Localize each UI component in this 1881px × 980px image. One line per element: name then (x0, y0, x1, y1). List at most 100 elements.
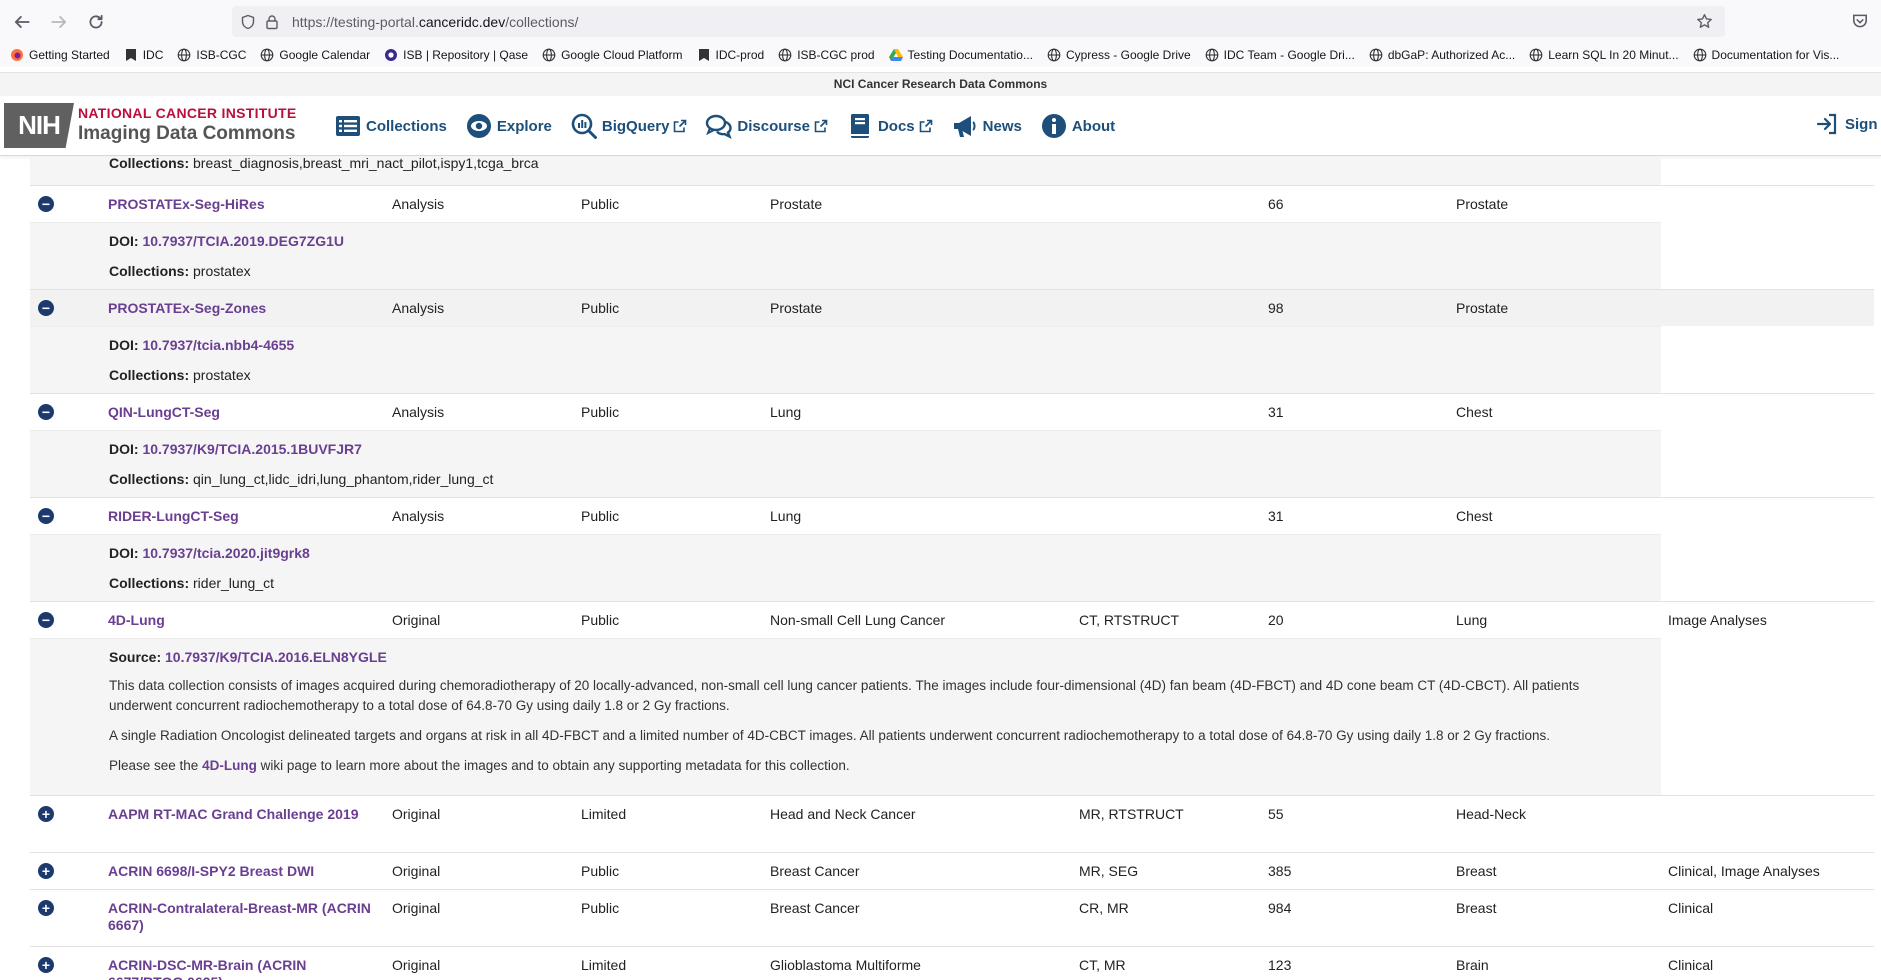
cell-access: Public (581, 900, 620, 916)
table-row[interactable]: − PROSTATEx-Seg-HiRes Analysis Public Prosta… (30, 185, 1874, 222)
collection-name-link[interactable]: ACRIN-Contralateral-Breast-MR (ACRIN 666… (108, 900, 378, 934)
collapse-icon[interactable]: − (38, 196, 54, 212)
cell-type: Original (392, 957, 441, 973)
back-button[interactable] (7, 7, 37, 37)
cell-access: Public (581, 404, 620, 420)
bookmark-item[interactable]: Getting Started (10, 48, 110, 62)
logo-idc-title[interactable]: Imaging Data Commons (78, 123, 295, 145)
collapse-icon[interactable]: − (38, 508, 54, 524)
doi-link[interactable]: 10.7937/tcia.nbb4-4655 (142, 337, 294, 353)
nav-bigquery[interactable]: BigQuery (570, 112, 688, 140)
bookmark-item[interactable]: IDC Team - Google Dri... (1205, 48, 1355, 62)
collection-name-link[interactable]: PROSTATEx-Seg-Zones (108, 300, 378, 317)
bookmark-icon (542, 48, 556, 62)
collection-name-link[interactable]: 4D-Lung (108, 612, 378, 629)
nav-collections[interactable]: Collections (334, 112, 447, 140)
cell-location: Chest (1456, 508, 1493, 524)
bookmark-icon (124, 48, 138, 62)
nav-explore-label: Explore (496, 117, 552, 135)
bookmark-star-icon[interactable] (1696, 13, 1713, 30)
cell-access: Public (581, 196, 620, 212)
lock-icon[interactable] (264, 14, 280, 30)
bookmark-item[interactable]: dbGaP: Authorized Ac... (1369, 48, 1515, 62)
url-bar[interactable]: https://testing-portal.canceridc.dev/col… (232, 6, 1725, 37)
nav-docs[interactable]: Docs (846, 112, 933, 140)
globe-icon (178, 48, 191, 62)
cell-cancer: Breast Cancer (770, 863, 860, 879)
bookmark-icon (10, 48, 24, 62)
table-row[interactable]: + ACRIN-DSC-MR-Brain (ACRIN 6677/RTOG 062… (30, 946, 1874, 980)
bookmark-label: IDC (142, 48, 164, 62)
table-row[interactable]: − QIN-LungCT-Seg Analysis Public Lung 31 Chest (30, 393, 1874, 430)
doi-link[interactable]: 10.7937/K9/TCIA.2015.1BUVFJR7 (142, 441, 361, 457)
bookmark-item[interactable]: Testing Documentatio... (888, 48, 1033, 62)
cell-location: Prostate (1456, 300, 1509, 316)
collection-name-link[interactable]: PROSTATEx-Seg-HiRes (108, 196, 378, 213)
forward-button[interactable] (44, 7, 74, 37)
bookmark-item[interactable]: Google Calendar (260, 48, 370, 62)
collection-name-link[interactable]: AAPM RT-MAC Grand Challenge 2019 (108, 806, 378, 823)
pocket-icon[interactable] (1851, 12, 1869, 30)
doi-label: DOI: (109, 545, 139, 561)
cell-supporting: Clinical (1668, 900, 1714, 916)
expand-icon[interactable]: + (38, 957, 54, 973)
url-domain: canceridc.dev (418, 13, 506, 30)
nih-logo[interactable]: NIH (4, 103, 74, 148)
bookmark-item[interactable]: IDC-prod (697, 48, 764, 62)
bookmark-item[interactable]: Cypress - Google Drive (1047, 48, 1191, 62)
shield-icon[interactable] (240, 14, 256, 30)
bookmark-item[interactable]: Learn SQL In 20 Minut... (1529, 48, 1679, 62)
url-text[interactable]: https://testing-portal.canceridc.dev/col… (292, 14, 578, 30)
reload-icon (89, 14, 103, 28)
bookmark-item[interactable]: ISB | Repository | Qase (384, 48, 528, 62)
nav-explore[interactable]: Explore (465, 112, 552, 140)
table-row[interactable]: − RIDER-LungCT-Seg Analysis Public Lung 31 Che… (30, 497, 1874, 534)
doi-label: DOI: (109, 441, 139, 457)
nav-news[interactable]: News (951, 112, 1022, 140)
bookmark-item[interactable]: ISB-CGC (177, 48, 246, 62)
table-row[interactable]: + AAPM RT-MAC Grand Challenge 2019 Origina… (30, 795, 1874, 851)
nav-discourse[interactable]: Discourse (705, 112, 828, 140)
bookmark-item[interactable]: Documentation for Vis... (1693, 48, 1839, 62)
bookmark-label: ISB-CGC (196, 48, 247, 62)
bookmark-icon (778, 48, 792, 62)
collapse-icon[interactable]: − (38, 404, 54, 420)
row-detail: Source: 10.7937/K9/TCIA.2016.ELN8YGLE Thi… (30, 638, 1661, 795)
globe-icon (1205, 48, 1219, 62)
table-row[interactable]: − PROSTATEx-Seg-Zones Analysis Public Prosta… (30, 289, 1874, 326)
expand-icon[interactable]: + (38, 806, 54, 822)
detail-collections: Collections: prostatex (109, 366, 251, 384)
logo-nci-title[interactable]: NATIONAL CANCER INSTITUTE (78, 105, 297, 121)
collection-name-link[interactable]: ACRIN 6698/I-SPY2 Breast DWI (108, 863, 378, 880)
collections-value: prostatex (193, 263, 251, 279)
cell-type: Original (392, 863, 441, 879)
table-row[interactable]: − 4D-Lung Original Public Non-small Cell Lun… (30, 601, 1874, 638)
cell-modality: CT, RTSTRUCT (1079, 612, 1180, 628)
doi-link[interactable]: 10.7937/tcia.2020.jit9grk8 (142, 545, 309, 561)
source-link[interactable]: 10.7937/K9/TCIA.2016.ELN8YGLE (165, 649, 387, 665)
sign-in-button[interactable]: Sign (1815, 112, 1878, 136)
bookmark-icon (888, 48, 903, 62)
collection-name-link[interactable]: RIDER-LungCT-Seg (108, 508, 378, 525)
collapse-icon[interactable]: − (38, 300, 54, 316)
wiki-link[interactable]: 4D-Lung (202, 758, 257, 773)
doi-label: DOI: (109, 337, 139, 353)
nav-about[interactable]: About (1040, 112, 1115, 140)
cell-cancer: Breast Cancer (770, 900, 860, 916)
bookmark-label: dbGaP: Authorized Ac... (1387, 48, 1516, 62)
table-row[interactable]: + ACRIN 6698/I-SPY2 Breast DWI Original Pub… (30, 852, 1874, 889)
collection-name-link[interactable]: ACRIN-DSC-MR-Brain (ACRIN 6677/RTOG 0625… (108, 957, 378, 980)
row-detail: DOI: 10.7937/K9/TCIA.2015.1BUVFJR7 Collec… (30, 430, 1661, 497)
table-row[interactable]: + ACRIN-Contralateral-Breast-MR (ACRIN 66… (30, 889, 1874, 945)
expand-icon[interactable]: + (38, 863, 54, 879)
cell-cancer: Head and Neck Cancer (770, 806, 916, 822)
bookmark-item[interactable]: IDC (124, 48, 164, 62)
collection-name-link[interactable]: QIN-LungCT-Seg (108, 404, 378, 421)
collapse-icon[interactable]: − (38, 612, 54, 628)
description-paragraph: This data collection consists of images … (109, 678, 1580, 713)
bookmark-item[interactable]: Google Cloud Platform (542, 48, 683, 62)
bookmark-item[interactable]: ISB-CGC prod (778, 48, 875, 62)
reload-button[interactable] (81, 7, 111, 37)
doi-link[interactable]: 10.7937/TCIA.2019.DEG7ZG1U (142, 233, 344, 249)
expand-icon[interactable]: + (38, 900, 54, 916)
